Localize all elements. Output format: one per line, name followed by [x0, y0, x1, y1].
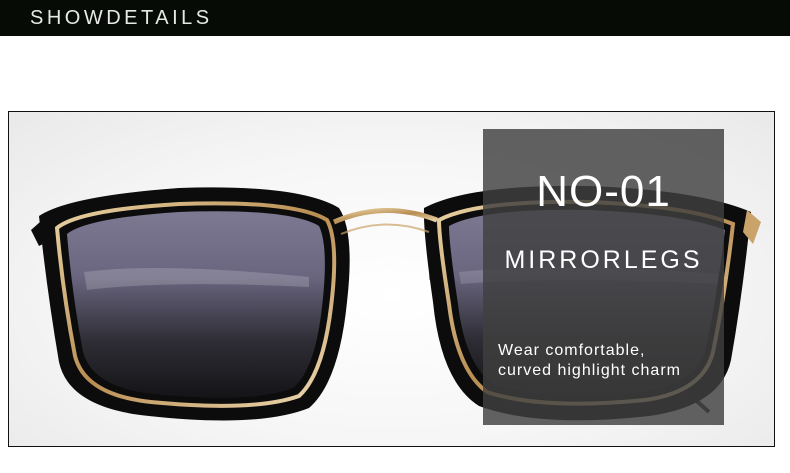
product-info-overlay: NO-01 MIRRORLEGS Wear comfortable, curve…	[483, 129, 724, 425]
product-image-frame: NO-01 MIRRORLEGS Wear comfortable, curve…	[8, 111, 775, 447]
feature-description: Wear comfortable, curved highlight charm	[498, 341, 722, 381]
model-number: NO-01	[536, 167, 671, 216]
feature-title: MIRRORLEGS	[504, 246, 703, 274]
header-title: SHOWDETAILS	[30, 7, 213, 29]
description-line-1: Wear comfortable,	[498, 342, 646, 359]
header-bar: SHOWDETAILS	[0, 0, 790, 36]
description-line-2: curved highlight charm	[498, 362, 681, 379]
